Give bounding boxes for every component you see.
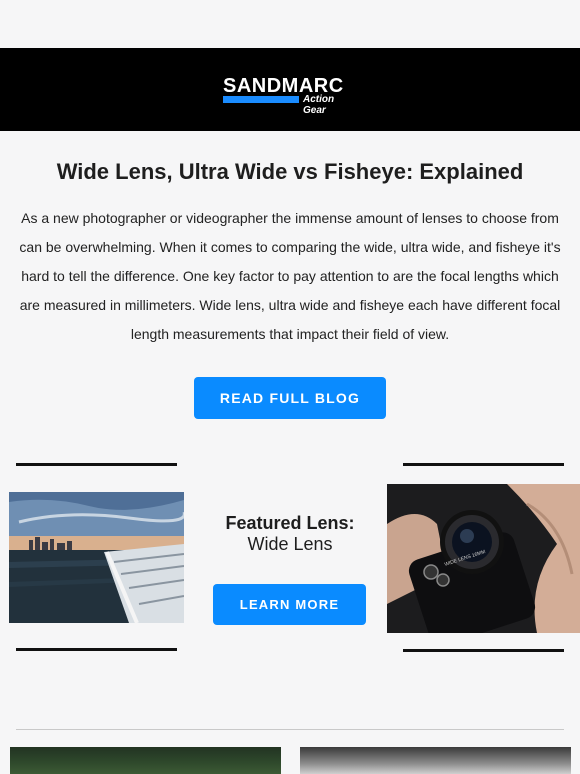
section-divider [16, 729, 564, 730]
logo-accent-bar [223, 96, 299, 103]
featured-heading: Featured Lens: [225, 513, 355, 533]
forest-thumbnail-image[interactable] [10, 747, 281, 774]
article-title: Wide Lens, Ultra Wide vs Fisheye: Explai… [56, 159, 524, 184]
section-rule [403, 649, 564, 652]
section-rule [16, 463, 177, 466]
brand-tagline: Action Gear [303, 94, 335, 116]
read-full-blog-button[interactable]: READ FULL BLOG [194, 377, 386, 419]
section-rule [403, 463, 564, 466]
hand-thumbnail-image[interactable] [300, 747, 571, 774]
brand-wordmark: SANDMARC [223, 75, 344, 97]
learn-more-button[interactable]: LEARN MORE [213, 584, 366, 625]
article-intro: As a new photographer or videographer th… [19, 210, 561, 342]
wide-lens-sample-photo[interactable] [9, 492, 184, 623]
harbor-sunset-image [9, 492, 184, 623]
wide-lens-product-photo[interactable]: WIDE LENS 16MM [387, 484, 580, 633]
section-rule [16, 648, 177, 651]
lens-on-phone-image: WIDE LENS 16MM [387, 484, 580, 633]
sandmarc-logo[interactable]: SANDMARC Action Gear [223, 75, 358, 116]
featured-lens-name: Wide Lens [247, 534, 333, 554]
